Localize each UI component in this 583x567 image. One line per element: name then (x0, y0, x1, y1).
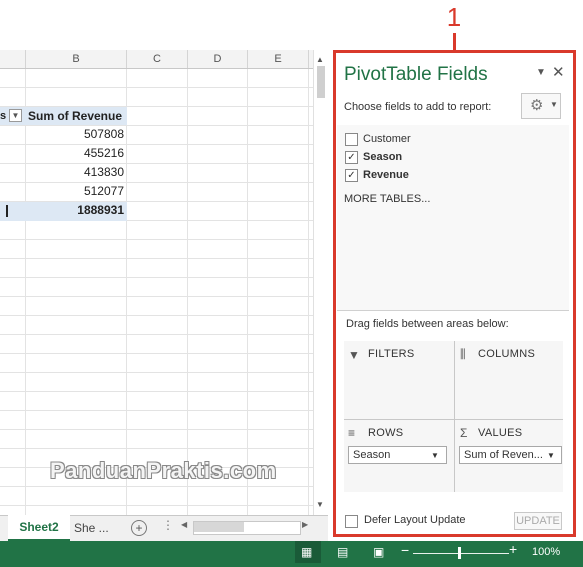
column-header-d[interactable]: D (188, 50, 248, 68)
annotation-number: 1 (446, 2, 462, 32)
page-break-preview-icon[interactable]: ▣ (373, 545, 384, 559)
horizontal-scroll-thumb[interactable] (194, 522, 244, 532)
rows-icon: ≡ (348, 426, 356, 440)
gridline (0, 296, 313, 297)
annotation-line (453, 33, 456, 51)
values-field-label: Sum of Reven... (464, 449, 543, 461)
column-header-c[interactable]: C (127, 50, 188, 68)
checkbox-season[interactable]: ✓ (345, 151, 358, 164)
columns-label: COLUMNS (478, 348, 536, 360)
page-layout-icon[interactable]: ▤ (337, 545, 348, 559)
zoom-slider[interactable] (413, 553, 509, 554)
filter-icon: ▼ (348, 348, 360, 362)
value-cell[interactable]: 507808 (25, 125, 124, 144)
gridline (0, 372, 313, 373)
gridline (0, 505, 313, 506)
gridline (0, 448, 313, 449)
pane-title: PivotTable Fields (344, 64, 488, 85)
gridline (0, 334, 313, 335)
scroll-right-icon[interactable]: ▶ (302, 520, 308, 529)
column-header-e[interactable]: E (248, 50, 309, 68)
drag-fields-label: Drag fields between areas below: (346, 318, 509, 330)
gridline (0, 87, 313, 88)
column-header-a[interactable] (0, 50, 26, 68)
chevron-down-icon[interactable]: ▼ (550, 100, 558, 109)
area-divider (454, 341, 455, 492)
status-bar (0, 541, 583, 567)
field-label: Customer (363, 133, 411, 145)
column-header-b[interactable]: B (26, 50, 127, 68)
rows-label: ROWS (368, 427, 404, 439)
row-labels-header-edge: s (0, 110, 7, 122)
columns-icon: ⫼ (460, 347, 466, 361)
sum-of-revenue-header[interactable]: Sum of Revenue (28, 107, 126, 125)
zoom-out-icon[interactable]: − (401, 542, 409, 558)
zoom-slider-thumb[interactable] (458, 547, 461, 559)
grand-total-edge (6, 205, 8, 217)
gridline (0, 353, 313, 354)
more-tables-link[interactable]: MORE TABLES... (344, 193, 430, 205)
gridline (0, 429, 313, 430)
pane-divider[interactable] (337, 310, 569, 311)
value-cell[interactable]: 455216 (25, 144, 124, 163)
zoom-level[interactable]: 100% (532, 546, 560, 558)
gridline (0, 239, 313, 240)
spreadsheet-grid[interactable]: B C D E s ▼ Sum of Revenue 507808 455216… (0, 50, 313, 515)
vertical-scroll-thumb[interactable] (317, 66, 325, 98)
chevron-down-icon[interactable]: ▼ (431, 451, 439, 460)
field-label: Season (363, 151, 403, 163)
value-cell[interactable]: 413830 (25, 163, 124, 182)
normal-view-icon[interactable]: ▦ (301, 545, 312, 559)
watermark: PanduanPraktis.com (50, 458, 277, 483)
scroll-down-icon[interactable]: ▼ (316, 500, 324, 509)
checkbox-revenue[interactable]: ✓ (345, 169, 358, 182)
tab-sheet-other[interactable]: She ... (74, 515, 124, 541)
vertical-scrollbar[interactable] (313, 50, 329, 515)
scroll-up-icon[interactable]: ▲ (316, 55, 324, 64)
gridline (0, 391, 313, 392)
filters-label: FILTERS (368, 348, 415, 360)
pane-options-chevron-icon[interactable]: ▼ (536, 67, 546, 78)
choose-fields-label: Choose fields to add to report: (344, 101, 492, 113)
scroll-left-icon[interactable]: ◀ (181, 520, 187, 529)
sigma-icon: Σ (460, 426, 468, 440)
gridline (0, 315, 313, 316)
filter-dropdown-icon[interactable]: ▼ (9, 109, 22, 122)
gridline (0, 258, 313, 259)
gridline (0, 410, 313, 411)
gear-icon[interactable]: ⚙ (530, 96, 543, 114)
values-label: VALUES (478, 427, 523, 439)
grand-total-value[interactable]: 1888931 (25, 201, 124, 220)
update-button[interactable]: UPDATE (514, 512, 562, 530)
defer-layout-label: Defer Layout Update (364, 514, 466, 526)
value-cell[interactable]: 512077 (25, 182, 124, 201)
field-label: Revenue (363, 169, 409, 181)
zoom-in-icon[interactable]: + (509, 541, 517, 557)
tab-sheet2[interactable]: Sheet2 (8, 515, 70, 542)
gridline (0, 486, 313, 487)
gridline (0, 277, 313, 278)
close-icon[interactable]: ✕ (552, 63, 565, 81)
checkbox-customer[interactable] (345, 133, 358, 146)
add-sheet-icon[interactable]: + (131, 520, 147, 536)
area-divider (344, 419, 563, 420)
defer-layout-checkbox[interactable] (345, 515, 358, 528)
tab-split-dots-icon[interactable]: ⋮ (162, 518, 174, 532)
chevron-down-icon[interactable]: ▼ (547, 451, 555, 460)
rows-field-label: Season (353, 449, 391, 461)
